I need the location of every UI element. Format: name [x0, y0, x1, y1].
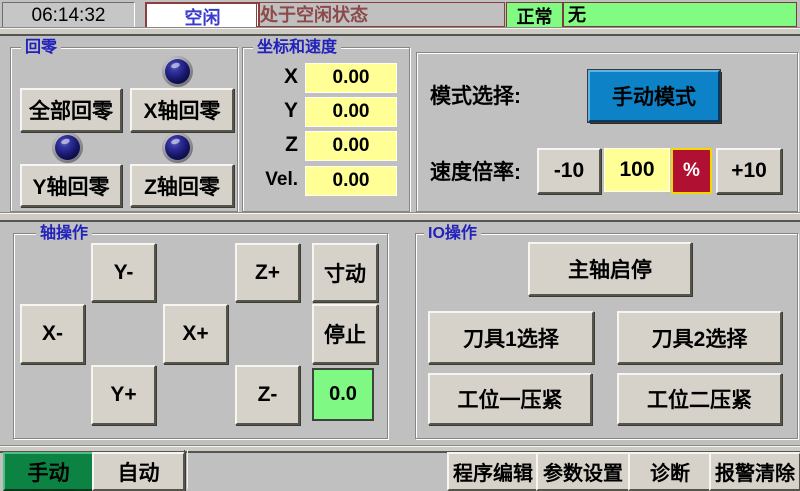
param-settings-button[interactable]: 参数设置	[536, 452, 630, 491]
tool1-select-button[interactable]: 刀具1选择	[428, 311, 594, 364]
home-all-button[interactable]: 全部回零	[20, 88, 122, 132]
override-plus-button[interactable]: +10	[716, 148, 782, 194]
state-description-field: 处于空闲状态	[256, 2, 505, 27]
station1-clamp-button[interactable]: 工位一压紧	[428, 373, 592, 425]
coord-x-value: 0.00	[305, 63, 397, 93]
coord-z-label: Z	[246, 131, 298, 159]
coords-panel-title: 坐标和速度	[253, 38, 341, 57]
coord-x-label: X	[246, 63, 298, 91]
axis-ops-panel-title: 轴操作	[36, 224, 92, 243]
jog-y-minus-button[interactable]: Y-	[91, 243, 156, 302]
percent-badge: %	[671, 148, 712, 194]
middle-divider	[0, 213, 800, 222]
z-home-led-indicator	[162, 132, 193, 163]
stop-button[interactable]: 停止	[312, 304, 378, 364]
jog-x-minus-button[interactable]: X-	[20, 304, 85, 364]
top-divider	[0, 28, 800, 36]
mode-manual-button[interactable]: 手动模式	[588, 70, 720, 122]
home-z-button[interactable]: Z轴回零	[130, 164, 234, 207]
speed-override-label: 速度倍率:	[430, 156, 521, 186]
station2-clamp-button[interactable]: 工位二压紧	[617, 373, 782, 425]
jog-mode-button[interactable]: 寸动	[312, 243, 378, 302]
hmi-screen: 06:14:32 空闲 处于空闲状态 正常 无 回零 全部回零 X轴回零 Y轴回…	[0, 0, 800, 491]
home-y-button[interactable]: Y轴回零	[20, 164, 122, 207]
override-value-field: 100	[604, 148, 670, 192]
manual-mode-tab[interactable]: 手动	[3, 452, 94, 491]
machine-state-field: 空闲	[145, 2, 260, 31]
io-ops-panel-title: IO操作	[424, 224, 481, 243]
jog-z-minus-button[interactable]: Z-	[235, 365, 300, 425]
y-home-led-indicator	[52, 132, 83, 163]
coord-z-value: 0.00	[305, 131, 397, 161]
tool2-select-button[interactable]: 刀具2选择	[617, 311, 782, 364]
coord-y-label: Y	[246, 97, 298, 125]
velocity-label: Vel.	[246, 166, 298, 194]
diagnosis-button[interactable]: 诊断	[628, 452, 712, 491]
program-edit-button[interactable]: 程序编辑	[447, 452, 539, 491]
clock-display: 06:14:32	[2, 2, 135, 29]
spindle-start-stop-button[interactable]: 主轴启停	[528, 242, 692, 296]
velocity-value: 0.00	[305, 166, 397, 196]
alarm-message-field: 无	[563, 2, 797, 27]
jog-z-plus-button[interactable]: Z+	[235, 243, 300, 302]
jog-step-field[interactable]: 0.0	[312, 368, 374, 421]
auto-mode-tab[interactable]: 自动	[92, 452, 185, 491]
override-minus-button[interactable]: -10	[537, 148, 601, 194]
jog-x-plus-button[interactable]: X+	[163, 304, 228, 364]
coord-y-value: 0.00	[305, 97, 397, 127]
alarm-clear-button[interactable]: 报警清除	[709, 452, 800, 491]
bottom-bar-separator	[184, 450, 188, 489]
homing-panel-title: 回零	[21, 38, 61, 57]
mode-select-label: 模式选择:	[430, 80, 521, 110]
home-x-button[interactable]: X轴回零	[130, 88, 234, 132]
alarm-status-field: 正常	[506, 2, 563, 29]
jog-y-plus-button[interactable]: Y+	[91, 365, 156, 425]
x-home-led-indicator	[162, 56, 193, 87]
